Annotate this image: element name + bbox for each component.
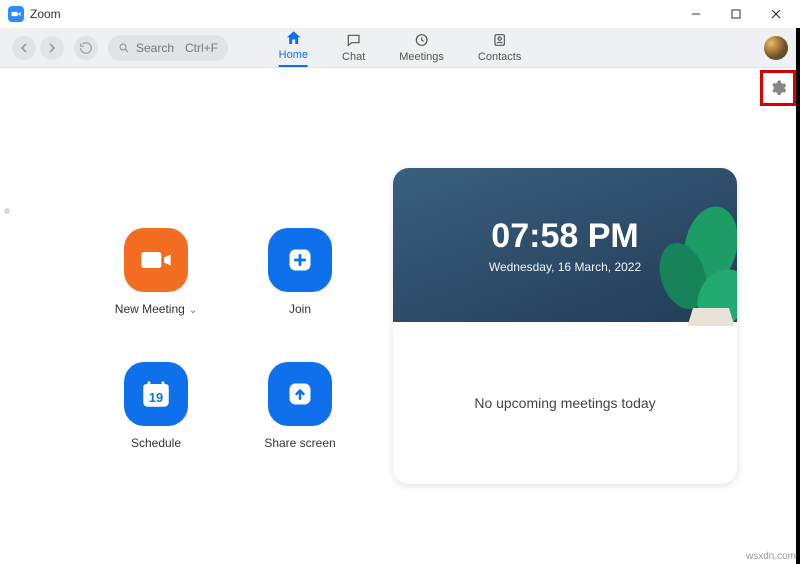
tab-home-label: Home	[279, 49, 308, 61]
window-edge	[796, 28, 800, 564]
maximize-button[interactable]	[716, 0, 756, 28]
empty-message: No upcoming meetings today	[474, 395, 655, 411]
settings-highlight	[760, 70, 796, 106]
share-icon	[268, 362, 332, 426]
schedule-label: Schedule	[131, 436, 181, 450]
clock-date: Wednesday, 16 March, 2022	[489, 260, 641, 274]
tab-meetings[interactable]: Meetings	[399, 31, 444, 67]
settings-button[interactable]	[765, 75, 791, 101]
new-meeting-label: New Meeting⌄	[115, 302, 197, 316]
avatar[interactable]	[764, 36, 788, 60]
tab-chat-label: Chat	[342, 51, 365, 63]
titlebar: Zoom	[0, 0, 800, 28]
toolbar: Search Ctrl+F Home Chat Meetings Conta	[0, 28, 800, 68]
gear-icon	[769, 79, 787, 97]
tab-chat[interactable]: Chat	[342, 31, 365, 67]
minimize-button[interactable]	[676, 0, 716, 28]
search-shortcut: Ctrl+F	[185, 41, 218, 55]
share-screen-button[interactable]: Share screen	[252, 362, 348, 450]
chat-icon	[346, 31, 362, 49]
search-icon	[118, 42, 130, 54]
new-meeting-button[interactable]: New Meeting⌄	[108, 228, 204, 316]
clock-time: 07:58 PM	[491, 217, 638, 256]
join-button[interactable]: Join	[252, 228, 348, 316]
tab-contacts-label: Contacts	[478, 51, 521, 63]
home-content: New Meeting⌄ Join 19 Schedule Share scre…	[0, 68, 800, 564]
tab-home[interactable]: Home	[279, 29, 308, 67]
history-button[interactable]	[74, 36, 98, 60]
panel-clock: 07:58 PM Wednesday, 16 March, 2022	[393, 168, 737, 322]
plus-icon	[268, 228, 332, 292]
home-icon	[284, 29, 302, 47]
join-label: Join	[289, 302, 311, 316]
app-icon	[8, 6, 24, 22]
back-button[interactable]	[12, 36, 36, 60]
tab-contacts[interactable]: Contacts	[478, 31, 521, 67]
tab-meetings-label: Meetings	[399, 51, 444, 63]
schedule-button[interactable]: 19 Schedule	[108, 362, 204, 450]
calendar-icon: 19	[124, 362, 188, 426]
video-icon	[124, 228, 188, 292]
forward-button[interactable]	[40, 36, 64, 60]
panel-body: No upcoming meetings today	[393, 322, 737, 484]
nav-tabs: Home Chat Meetings Contacts	[279, 28, 522, 67]
decorative-dot	[4, 208, 10, 214]
share-label: Share screen	[264, 436, 335, 450]
clock-icon	[414, 31, 430, 49]
meetings-panel: 07:58 PM Wednesday, 16 March, 2022 No up…	[393, 168, 737, 484]
plant-decoration	[633, 206, 737, 326]
contacts-icon	[492, 31, 508, 49]
window-title: Zoom	[30, 7, 61, 21]
chevron-down-icon[interactable]: ⌄	[189, 305, 197, 316]
close-button[interactable]	[756, 0, 796, 28]
search-input[interactable]: Search Ctrl+F	[108, 35, 228, 61]
svg-text:19: 19	[149, 390, 163, 405]
action-grid: New Meeting⌄ Join 19 Schedule Share scre…	[108, 228, 348, 450]
watermark: wsxdn.com	[746, 551, 796, 562]
search-label: Search	[136, 41, 174, 55]
